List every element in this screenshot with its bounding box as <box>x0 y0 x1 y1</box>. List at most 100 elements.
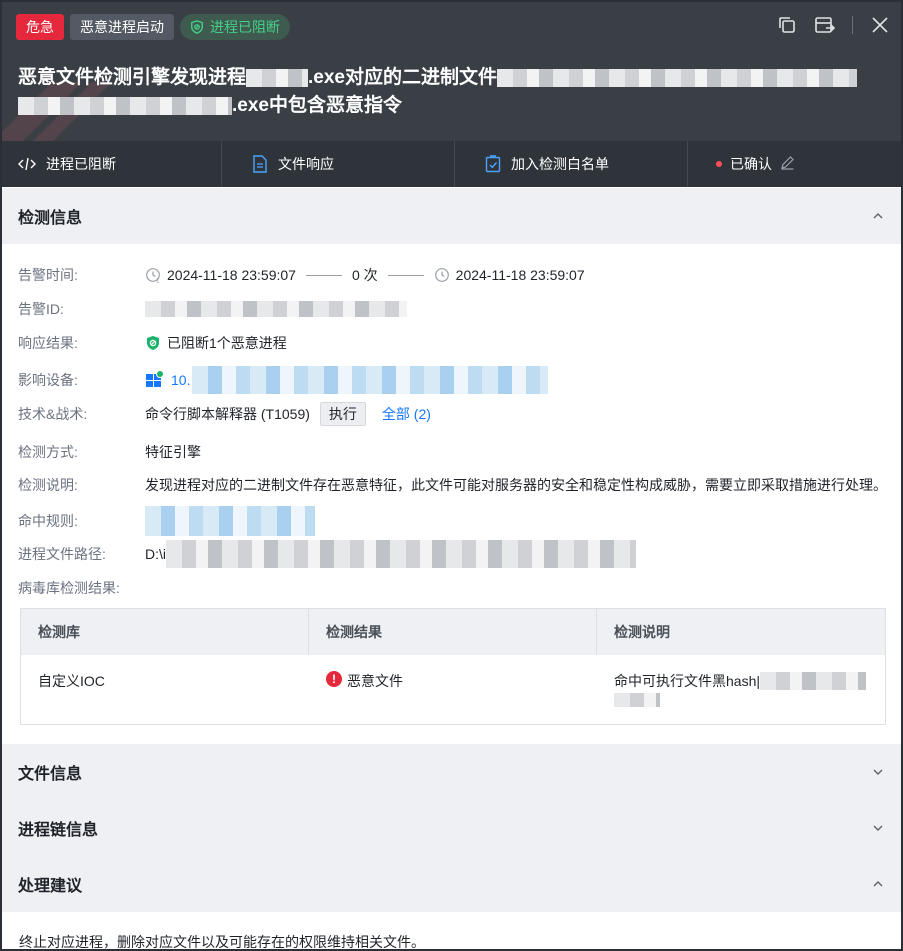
file-response-label: 文件响应 <box>278 156 334 172</box>
clock-end-icon <box>434 267 450 283</box>
chevron-down-icon[interactable] <box>871 821 885 835</box>
redacted-block <box>760 672 866 690</box>
av-result-table: 检测库 检测结果 检测说明 自定义IOC ! 恶意文件 命中可执行文件黑hash… <box>20 608 886 725</box>
table-header: 检测库 检测结果 检测说明 <box>21 609 885 655</box>
method-row: 检测方式: 特征引擎 <box>18 441 201 463</box>
alert-tags: 危急 恶意进程启动 进程已阻断 <box>16 14 290 40</box>
response-label: 响应结果: <box>18 335 78 351</box>
add-whitelist-button[interactable]: 加入检测白名单 <box>455 141 688 187</box>
window-controls <box>776 14 891 36</box>
av-result-row: 病毒库检测结果: <box>18 577 120 599</box>
copy-icon[interactable] <box>776 14 798 36</box>
divider <box>852 16 853 34</box>
svg-text:1: 1 <box>156 279 160 284</box>
chevron-up-icon[interactable] <box>871 209 885 223</box>
shield-icon <box>145 335 161 351</box>
column-header: 检测说明 <box>614 624 670 640</box>
chevron-down-icon[interactable] <box>871 765 885 779</box>
redacted-block <box>614 693 660 707</box>
path-label: 进程文件路径: <box>18 546 106 562</box>
column-header: 检测库 <box>21 609 309 655</box>
suggestion-text: 终止对应进程，删除对应文件以及可能存在的权限维持相关文件。 <box>19 934 425 950</box>
title-text-1: 恶意文件检测引擎发现进程 <box>18 67 247 88</box>
result-text: 恶意文件 <box>347 673 403 689</box>
technique-row: 技术&战术: 命令行脚本解释器 (T1059) 执行 全部 (2) <box>18 402 431 426</box>
description-label: 检测说明: <box>18 477 78 493</box>
section-process-chain-header[interactable]: 进程链信息 <box>2 800 901 856</box>
divider <box>305 274 342 276</box>
table-cell-desc: 命中可执行文件黑hash| <box>597 655 885 725</box>
description-value: 发现进程对应的二进制文件存在恶意特征，此文件可能对服务器的安全和稳定性构成威胁，… <box>145 477 887 493</box>
redacted-block <box>246 68 309 87</box>
edit-icon[interactable] <box>780 155 795 173</box>
alert-time-row: 告警时间: 1 2024-11-18 23:59:07 0 次 2024-11-… <box>18 264 585 286</box>
shield-icon <box>191 20 203 34</box>
redacted-block <box>145 506 315 536</box>
rule-row: 命中规则: <box>18 506 315 536</box>
export-icon[interactable] <box>814 14 836 36</box>
device-row: 影响设备: 10. <box>18 366 549 394</box>
table-cell-lib: 自定义IOC <box>38 673 105 689</box>
chevron-up-icon[interactable] <box>871 877 885 891</box>
redacted-block <box>192 366 549 394</box>
av-result-label: 病毒库检测结果: <box>18 580 120 596</box>
file-icon <box>252 155 268 173</box>
clock-start-icon: 1 <box>145 267 161 283</box>
response-row: 响应结果: 已阻断1个恶意进程 <box>18 332 287 354</box>
windows-icon <box>145 370 165 390</box>
alert-time-start: 2024-11-18 23:59:07 <box>167 267 296 283</box>
alert-time-label: 告警时间: <box>18 267 78 283</box>
technique-all-link[interactable]: 全部 (2) <box>382 404 431 424</box>
alert-title: 恶意文件检测引擎发现进程 .exe对应的二进制文件 .exe中包含恶意指令 <box>18 64 878 120</box>
status-dot <box>716 161 722 167</box>
section-title: 处理建议 <box>18 878 83 895</box>
file-response-button[interactable]: 文件响应 <box>222 141 455 187</box>
rule-label: 命中规则: <box>18 513 78 529</box>
title-text-3: .exe中包含恶意指令 <box>232 95 402 116</box>
redacted-block <box>166 540 636 568</box>
title-text-2: .exe对应的二进制文件 <box>308 67 497 88</box>
method-label: 检测方式: <box>18 444 78 460</box>
section-suggestion-header[interactable]: 处理建议 <box>2 856 901 912</box>
severity-badge: 危急 <box>16 14 64 40</box>
alert-id-label: 告警ID: <box>18 301 64 317</box>
alert-detail-window: 危急 恶意进程启动 进程已阻断 恶意文件检测引擎发现进程 .exe对应的二进制文… <box>0 0 903 951</box>
section-title: 检测信息 <box>18 210 83 227</box>
close-icon[interactable] <box>869 14 891 36</box>
confirm-status-button[interactable]: 已确认 <box>688 141 901 187</box>
confirm-status-label: 已确认 <box>730 156 772 172</box>
section-title: 进程链信息 <box>18 822 99 839</box>
table-row: 自定义IOC ! 恶意文件 命中可执行文件黑hash| <box>21 655 885 725</box>
description-row: 检测说明: 发现进程对应的二进制文件存在恶意特征，此文件可能对服务器的安全和稳定… <box>18 474 887 496</box>
response-value: 已阻断1个恶意进程 <box>167 335 287 351</box>
add-whitelist-label: 加入检测白名单 <box>511 156 609 172</box>
warning-icon: ! <box>326 671 342 687</box>
section-file-info-header[interactable]: 文件信息 <box>2 744 901 800</box>
event-type-badge: 恶意进程启动 <box>70 14 174 40</box>
section-title: 文件信息 <box>18 766 83 783</box>
redacted-block <box>18 96 232 115</box>
divider <box>387 274 424 276</box>
status-badge: 进程已阻断 <box>180 14 290 40</box>
column-header: 检测结果 <box>309 609 597 655</box>
technique-value: 命令行脚本解释器 (T1059) <box>145 406 310 422</box>
device-link[interactable]: 10. <box>171 372 190 388</box>
alert-count: 0 次 <box>351 267 378 283</box>
desc-text: 命中可执行文件黑hash| <box>614 673 760 689</box>
process-blocked-label: 进程已阻断 <box>46 156 116 172</box>
path-value: D:\i <box>145 546 166 562</box>
device-label: 影响设备: <box>18 372 78 388</box>
action-bar: 进程已阻断 文件响应 加入检测白名单 已确认 <box>2 141 901 187</box>
redacted-block <box>497 68 857 87</box>
process-blocked-action[interactable]: 进程已阻断 <box>2 141 222 187</box>
table-cell-result: ! 恶意文件 <box>309 655 597 725</box>
alert-time-end: 2024-11-18 23:59:07 <box>455 267 585 283</box>
technique-label: 技术&战术: <box>18 406 88 422</box>
checklist-icon <box>485 155 501 173</box>
method-value: 特征引擎 <box>145 444 201 460</box>
tactic-badge: 执行 <box>319 402 366 426</box>
alert-id-row: 告警ID: <box>18 298 407 320</box>
redacted-block <box>145 301 407 317</box>
code-icon <box>18 157 36 171</box>
section-detection-header[interactable]: 检测信息 <box>2 188 901 244</box>
